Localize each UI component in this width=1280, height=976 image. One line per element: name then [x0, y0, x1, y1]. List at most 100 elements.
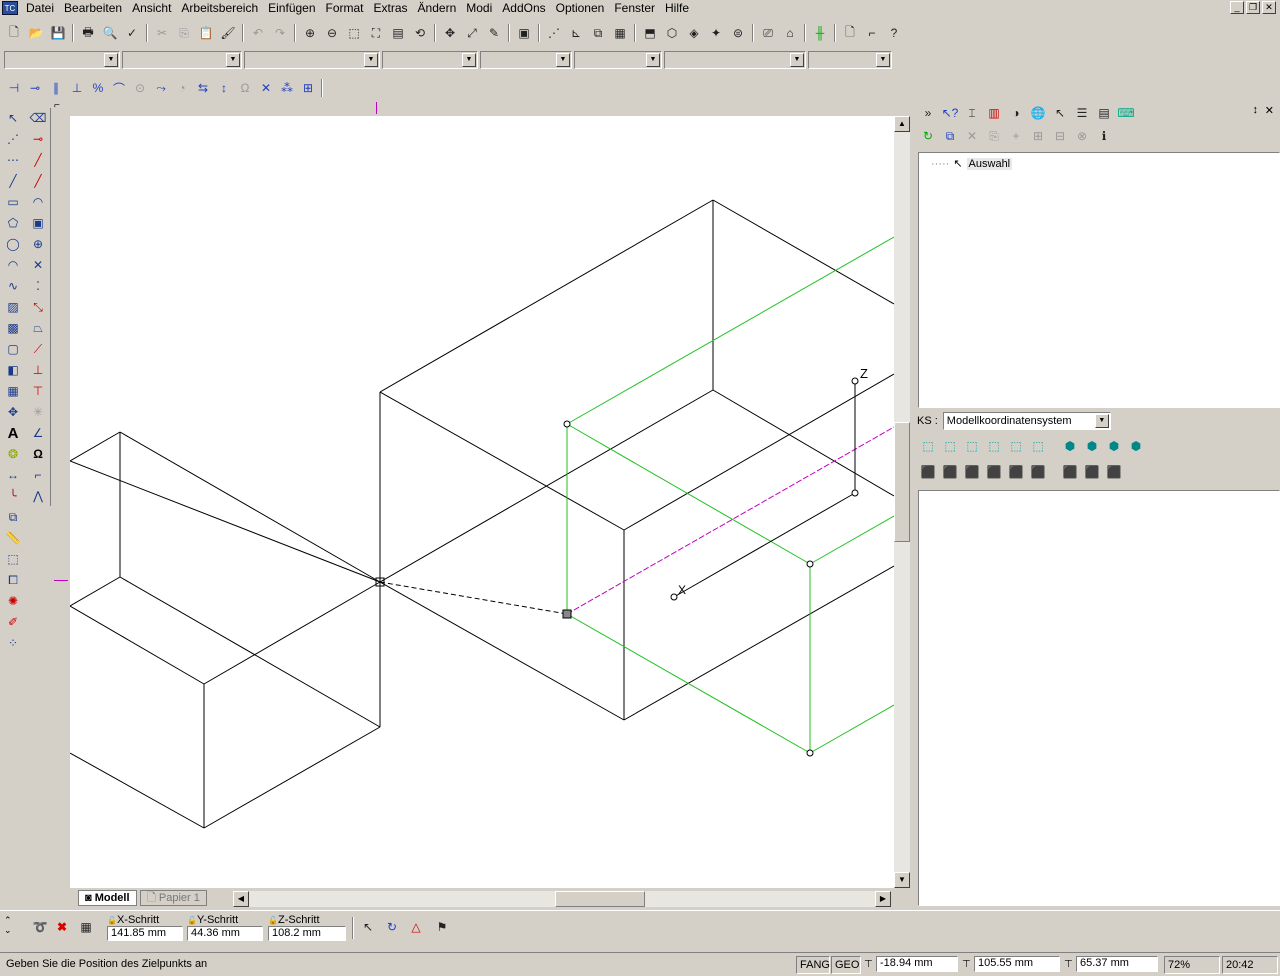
status-y-value[interactable]: 105.55 mm — [974, 956, 1060, 972]
cycle-icon[interactable]: ↻ — [382, 917, 402, 937]
mesh-icon[interactable]: ▦ — [3, 381, 23, 401]
view-red-2-icon[interactable]: ⬛ — [940, 462, 960, 482]
arc-tool-icon[interactable]: ◠ — [28, 192, 48, 212]
fang-toggle[interactable]: FANG — [796, 956, 830, 974]
refresh-icon[interactable]: ↻ — [918, 126, 938, 146]
line-icon[interactable]: ╱ — [3, 171, 23, 191]
snap-percent-icon[interactable]: % — [88, 78, 108, 98]
cylinder-icon[interactable]: ⊜ — [728, 23, 748, 43]
toolbar-grip-icon[interactable]: ⌃ ⌄ — [4, 915, 12, 935]
zoom-out-icon[interactable]: ⊖ — [322, 23, 342, 43]
hatch-icon[interactable]: ▩ — [3, 318, 23, 338]
vertical-scroll-thumb[interactable] — [894, 422, 910, 542]
star-icon[interactable]: ✳ — [28, 402, 48, 422]
panel-pin-icon[interactable]: ↕ — [1253, 104, 1259, 116]
view-red-4-icon[interactable]: ⬛ — [984, 462, 1004, 482]
info-icon[interactable]: ℹ — [1094, 126, 1114, 146]
ortho-icon[interactable]: ⊾ — [566, 23, 586, 43]
trapezoid-icon[interactable]: ⏢ — [28, 318, 48, 338]
lasso-icon[interactable]: ➰ — [30, 917, 50, 937]
grid-icon[interactable]: ⋰ — [544, 23, 564, 43]
add-group-icon[interactable]: ⊞ — [1028, 126, 1048, 146]
snap-endpoint-icon[interactable]: ⊣ — [4, 78, 24, 98]
menu-fenster[interactable]: Fenster — [609, 0, 660, 16]
snap-center-icon[interactable]: ⊙ — [130, 78, 150, 98]
view-red-1-icon[interactable]: ⬛ — [918, 462, 938, 482]
diagonal-line-icon[interactable]: ╱ — [28, 150, 48, 170]
cut-icon[interactable]: ✂ — [152, 23, 172, 43]
color-combo[interactable]: ▼ — [122, 51, 242, 69]
menu-datei[interactable]: Datei — [21, 0, 59, 16]
peak-icon[interactable]: ⋀ — [28, 486, 48, 506]
horizontal-scrollbar[interactable] — [249, 891, 875, 907]
snap-quadrant-icon[interactable]: ◔ — [172, 78, 192, 98]
split-icon[interactable]: ⊥ — [28, 360, 48, 380]
layers-tab-icon[interactable]: ☰ — [1072, 103, 1092, 123]
angle-icon[interactable]: ∠ — [28, 423, 48, 443]
point-icon[interactable]: ⋰ — [3, 129, 23, 149]
array-icon[interactable]: ⁘ — [3, 633, 23, 653]
layer-combo[interactable]: ▼ — [4, 51, 120, 69]
finish-flag-icon[interactable]: ⚑ — [432, 917, 452, 937]
view-purple-3-icon[interactable]: ⬛ — [1104, 462, 1124, 482]
polyline-icon[interactable]: ⋯ — [3, 150, 23, 170]
menu-einfuegen[interactable]: Einfügen — [263, 0, 320, 16]
solid-icon[interactable]: ⬡ — [662, 23, 682, 43]
view-top-icon[interactable]: ⬚ — [1006, 436, 1026, 456]
delete-icon[interactable]: ✕ — [962, 126, 982, 146]
status-x-value[interactable]: -18.94 mm — [876, 956, 958, 972]
save-icon[interactable]: 💾 — [48, 23, 68, 43]
remove-group-icon[interactable]: ⊟ — [1050, 126, 1070, 146]
workplane-icon[interactable]: ⬒ — [640, 23, 660, 43]
horizontal-scroll-thumb[interactable] — [555, 891, 645, 907]
snap-tangent-icon[interactable]: ⌒ — [109, 78, 129, 98]
zoom-dynamic-icon[interactable]: ⤢ — [462, 23, 482, 43]
axis-icon[interactable]: ⌐ — [862, 23, 882, 43]
expand-icon[interactable]: » — [918, 103, 938, 123]
page-icon[interactable]: 🗋 — [840, 23, 860, 43]
measure-icon[interactable]: 📏 — [3, 528, 23, 548]
status-z-value[interactable]: 65.37 mm — [1076, 956, 1158, 972]
linetype-combo[interactable]: ▼ — [244, 51, 380, 69]
snap-extension-icon[interactable]: ⇆ — [193, 78, 213, 98]
add-icon[interactable]: + — [1006, 126, 1026, 146]
snap-perpendicular-icon[interactable]: ⊥ — [67, 78, 87, 98]
snap-parallel-icon[interactable]: ∥ — [46, 78, 66, 98]
pan-icon[interactable]: ✥ — [440, 23, 460, 43]
dimension-tab-icon[interactable]: ⌶ — [962, 103, 982, 123]
diagonal-line-2-icon[interactable]: ╱ — [28, 171, 48, 191]
house-icon[interactable]: ⌂ — [780, 23, 800, 43]
copy-selection-icon[interactable]: ⎘ — [984, 126, 1004, 146]
print-icon[interactable]: 🖶 — [78, 23, 98, 43]
extend-icon[interactable]: ⟋ — [28, 339, 48, 359]
ruler-origin-icon[interactable]: ⌐ — [54, 100, 68, 114]
filter-icon[interactable]: ⧉ — [940, 126, 960, 146]
zoom-previous-icon[interactable]: ⟲ — [410, 23, 430, 43]
iso-4-icon[interactable]: ⬢ — [1126, 436, 1146, 456]
paste-icon[interactable]: 📋 — [196, 23, 216, 43]
scroll-left-icon[interactable]: ◀ — [233, 891, 249, 907]
cursor-tab-icon[interactable]: ↖ — [1050, 103, 1070, 123]
menu-addons[interactable]: AddOns — [497, 0, 550, 16]
image-icon[interactable]: ▨ — [3, 297, 23, 317]
minimize-button[interactable]: _ — [1230, 1, 1244, 14]
iso-1-icon[interactable]: ⬢ — [1060, 436, 1080, 456]
box-icon[interactable]: ▢ — [3, 339, 23, 359]
menu-modi[interactable]: Modi — [461, 0, 497, 16]
layers-icon[interactable]: ⧉ — [588, 23, 608, 43]
curve-icon[interactable]: ∿ — [3, 276, 23, 296]
restore-button[interactable]: ❐ — [1246, 1, 1260, 14]
view-left-icon[interactable]: ⬚ — [962, 436, 982, 456]
copy-icon[interactable]: ⎘ — [174, 23, 194, 43]
coordinate-icon[interactable]: ╫ — [810, 23, 830, 43]
font-combo[interactable]: ▼ — [664, 51, 806, 69]
circle-icon[interactable]: ◯ — [3, 234, 23, 254]
fillet-icon[interactable]: ╰ — [3, 486, 23, 506]
view-purple-1-icon[interactable]: ⬛ — [1060, 462, 1080, 482]
zoom-page-icon[interactable]: ▤ — [388, 23, 408, 43]
coordsys-select[interactable]: Modellkoordinatensystem ▼ — [942, 412, 1111, 430]
iso-3-icon[interactable]: ⬢ — [1104, 436, 1124, 456]
view-back-icon[interactable]: ⬚ — [940, 436, 960, 456]
sheet-icon[interactable]: ⎚ — [758, 23, 778, 43]
menu-hilfe[interactable]: Hilfe — [660, 0, 694, 16]
